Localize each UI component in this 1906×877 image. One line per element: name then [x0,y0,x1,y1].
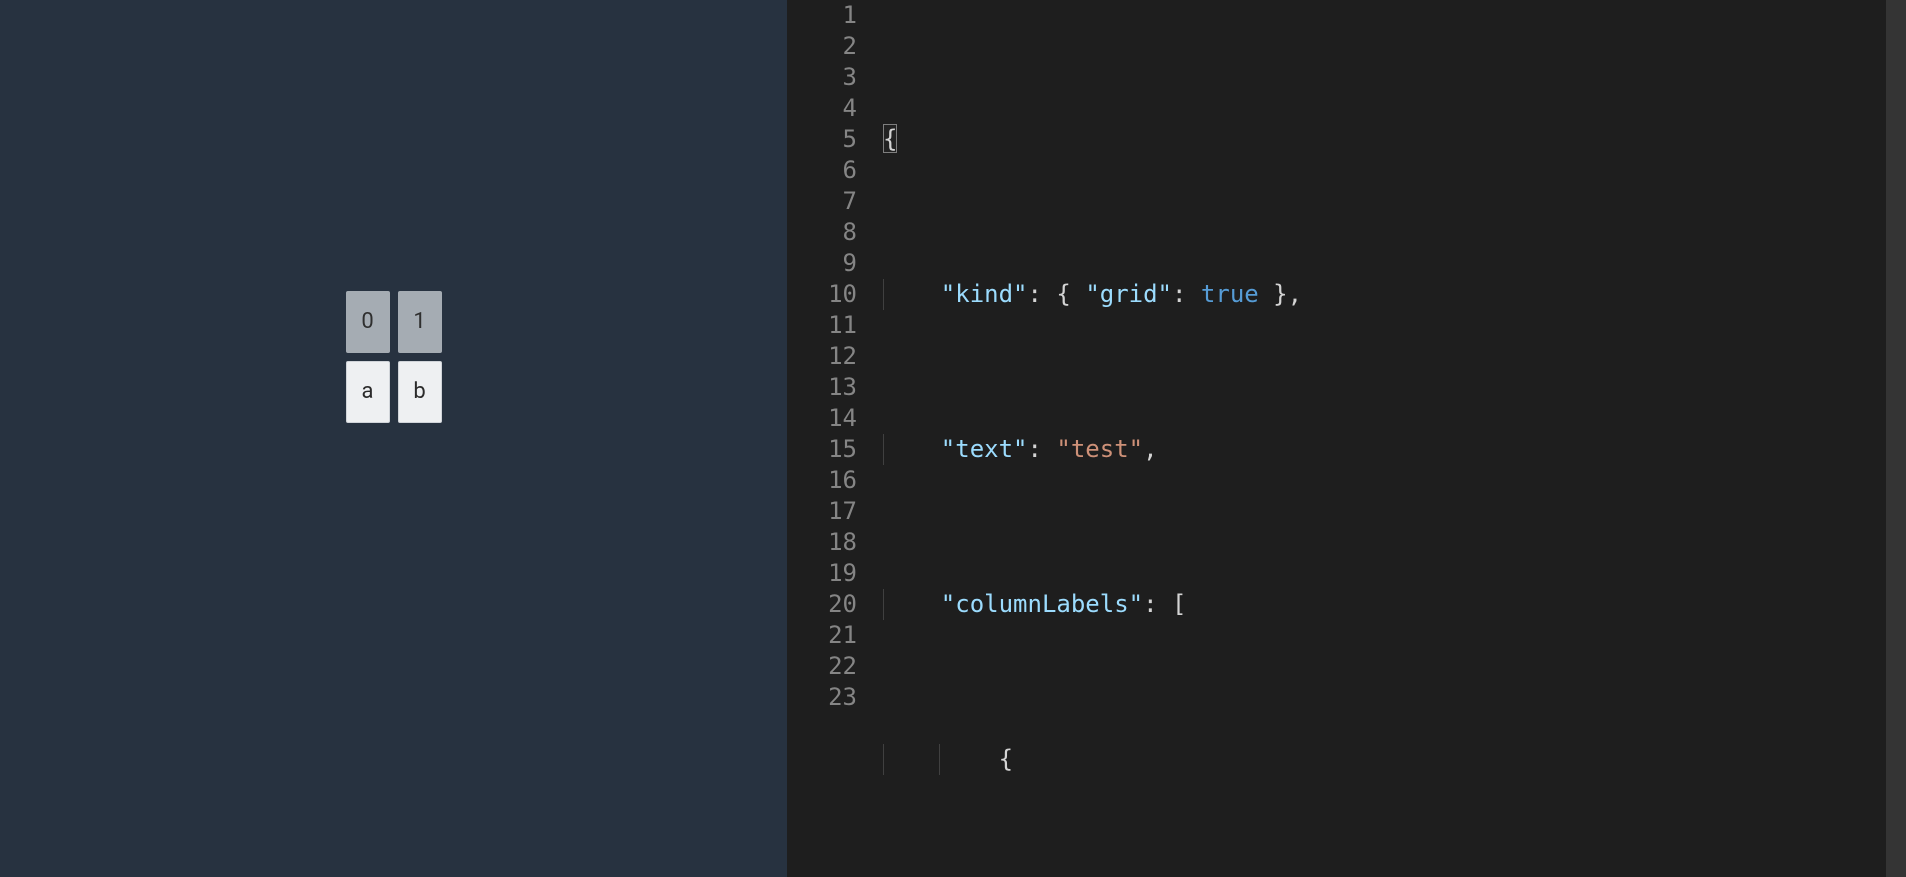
line-number: 22 [787,651,857,682]
brace: { [1056,280,1070,308]
code-line[interactable]: { [883,124,1906,155]
line-number: 14 [787,403,857,434]
json-key: "text" [941,435,1028,463]
code-line[interactable]: "text": "test", [883,434,1906,465]
preview-pane: 0 1 a b [0,0,787,877]
grid-header-cell: 1 [398,291,442,353]
line-number: 5 [787,124,857,155]
grid-data-row: a b [346,361,442,423]
line-number: 7 [787,186,857,217]
comma: , [1288,280,1302,308]
colon: : [1143,590,1157,618]
line-number: 1 [787,0,857,31]
line-number: 8 [787,217,857,248]
line-number: 23 [787,682,857,713]
grid-header-cell: 0 [346,291,390,353]
comma: , [1143,435,1157,463]
line-number: 3 [787,62,857,93]
scrollbar-thumb[interactable] [1886,0,1906,877]
code-line[interactable]: "columnLabels": [ [883,589,1906,620]
line-number: 21 [787,620,857,651]
editor-scrollbar[interactable] [1886,0,1906,877]
line-number: 19 [787,558,857,589]
json-string: "test" [1056,435,1143,463]
line-number: 4 [787,93,857,124]
line-number: 16 [787,465,857,496]
line-number: 18 [787,527,857,558]
line-number: 11 [787,310,857,341]
line-number: 10 [787,279,857,310]
line-number: 17 [787,496,857,527]
grid-widget: 0 1 a b [346,291,442,431]
brace: } [1273,280,1287,308]
brace: { [999,745,1013,773]
bracket: [ [1172,590,1186,618]
code-editor[interactable]: 1 2 3 4 5 6 7 8 9 10 11 12 13 14 15 16 1… [787,0,1906,877]
json-key: "grid" [1085,280,1172,308]
line-number: 9 [787,248,857,279]
json-bool: true [1201,280,1259,308]
grid-data-cell: b [398,361,442,423]
line-number: 13 [787,372,857,403]
line-number: 12 [787,341,857,372]
json-key: "kind" [941,280,1028,308]
colon: : [1172,280,1186,308]
colon: : [1028,435,1042,463]
colon: : [1028,280,1042,308]
editor-cursor [883,124,897,153]
code-line[interactable]: { [883,744,1906,775]
grid-header-row: 0 1 [346,291,442,353]
line-number: 6 [787,155,857,186]
line-number: 2 [787,31,857,62]
line-number: 15 [787,434,857,465]
line-number: 20 [787,589,857,620]
code-area[interactable]: { "kind": { "grid": true }, "text": "tes… [883,0,1906,877]
grid-data-cell: a [346,361,390,423]
line-number-gutter: 1 2 3 4 5 6 7 8 9 10 11 12 13 14 15 16 1… [787,0,883,877]
code-line[interactable]: "kind": { "grid": true }, [883,279,1906,310]
json-key: "columnLabels" [941,590,1143,618]
